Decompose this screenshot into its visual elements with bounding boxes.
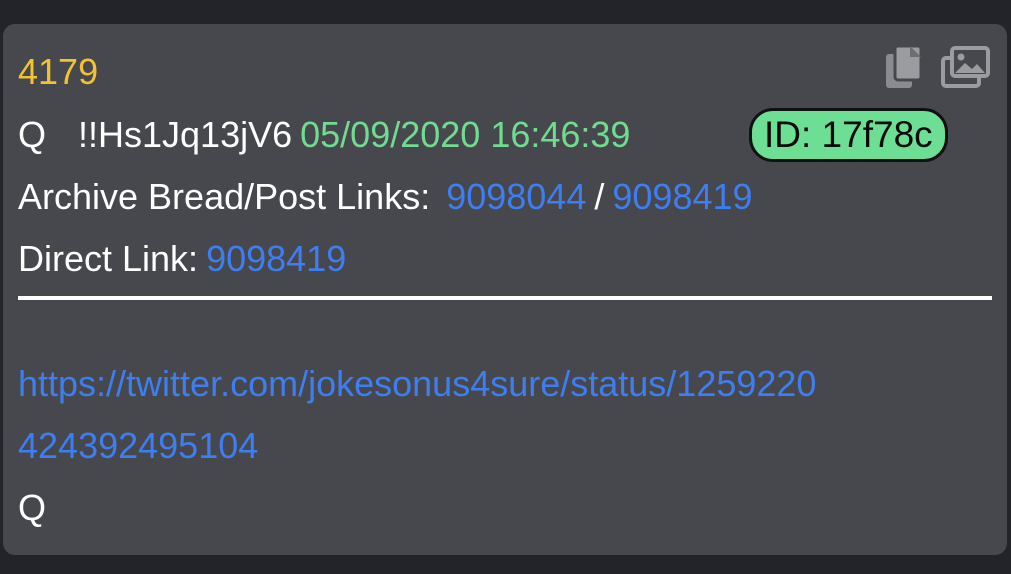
- images-button[interactable]: [941, 44, 991, 90]
- body-link-line-2[interactable]: 424392495104: [18, 426, 258, 466]
- post-card: 4179 Q !!Hs1Jq13jV6 05/09/2020 16:46:39 ID…: [3, 24, 1007, 555]
- archive-post-link[interactable]: 9098419: [612, 176, 752, 217]
- images-icon: [941, 44, 991, 90]
- direct-label: Direct Link:: [18, 238, 199, 279]
- id-badge[interactable]: ID: 17f78c: [749, 108, 948, 162]
- author-name: Q: [18, 114, 47, 155]
- divider: [18, 296, 992, 300]
- archive-links-line: Archive Bread/Post Links: 9098044/9098419: [18, 177, 753, 217]
- archive-bread-link[interactable]: 9098044: [446, 176, 586, 217]
- body-link-line-1[interactable]: https://twitter.com/jokesonus4sure/statu…: [18, 364, 816, 404]
- direct-link-line: Direct Link: 9098419: [18, 239, 346, 279]
- post-signature: Q: [18, 487, 47, 528]
- archive-label: Archive Bread/Post Links:: [18, 176, 431, 217]
- post-datetime: 05/09/2020 16:46:39: [300, 114, 631, 155]
- direct-link[interactable]: 9098419: [206, 238, 346, 279]
- post-number: 4179: [18, 51, 99, 92]
- copy-button[interactable]: [880, 44, 930, 90]
- tripcode: !!Hs1Jq13jV6: [78, 114, 293, 155]
- author-line: Q !!Hs1Jq13jV6 05/09/2020 16:46:39: [18, 115, 630, 155]
- copy-icon: [880, 44, 930, 90]
- archive-separator: /: [594, 176, 605, 217]
